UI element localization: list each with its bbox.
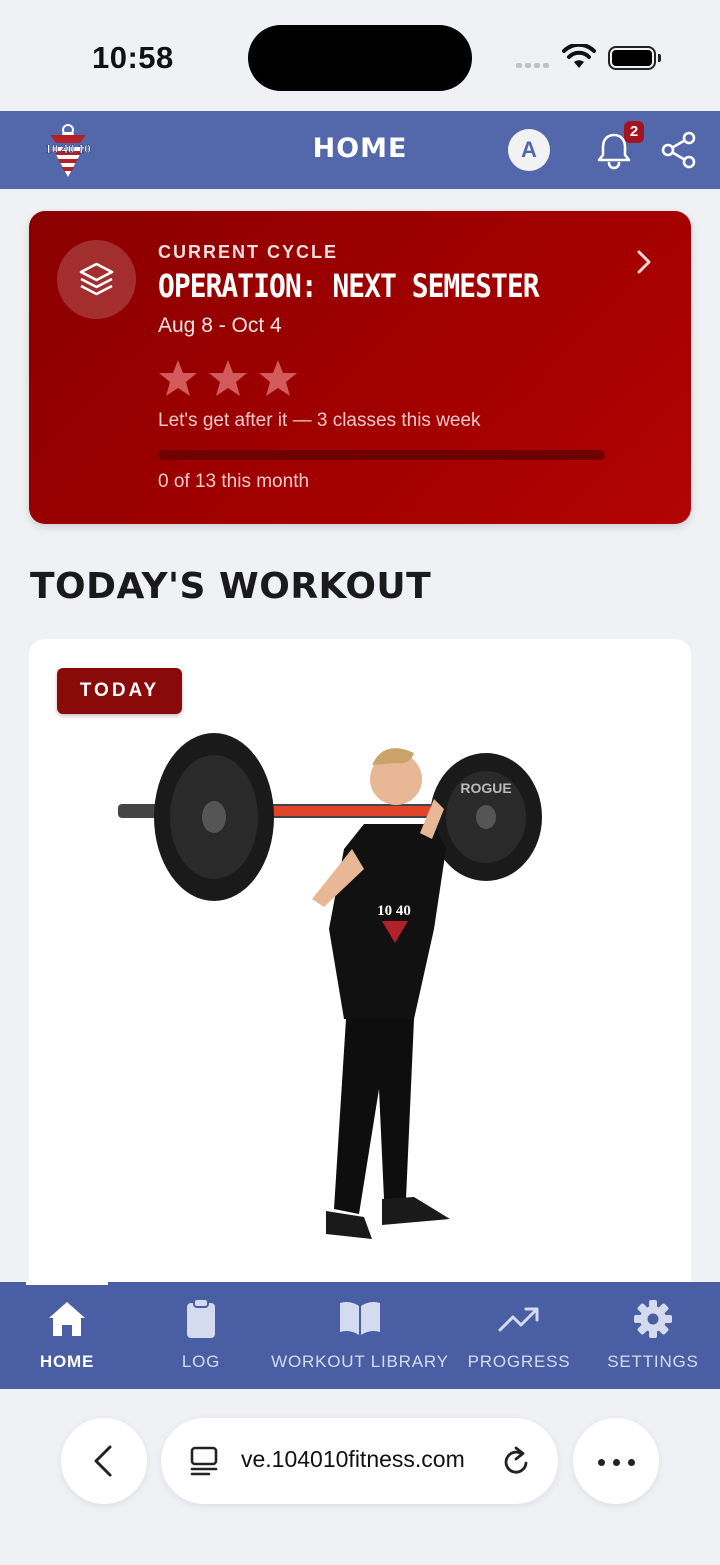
clipboard-icon [187,1298,215,1338]
workout-image: ROGUE 10 40 [118,733,542,1239]
nav-label: HOME [39,1352,95,1371]
nav-item-workout-library[interactable]: WORKOUT LIBRARY [268,1282,452,1389]
cellular-signal-icon [516,63,549,68]
back-button[interactable] [61,1418,147,1504]
star-icon [259,360,297,396]
status-time: 10:58 [92,40,174,75]
section-title: TODAY'S WORKOUT [30,566,432,607]
avatar[interactable]: A [508,129,550,171]
wifi-icon [562,44,596,68]
nav-label: SETTINGS [607,1352,699,1371]
star-icon [159,360,197,396]
cycle-dates: Aug 8 - Oct 4 [158,314,282,337]
book-icon [340,1302,380,1335]
monthly-progress-bar [158,450,605,460]
nav-item-settings[interactable]: SETTINGS [586,1282,720,1389]
nav-item-log[interactable]: LOG [134,1282,268,1389]
brand-logo[interactable]: 10 40 10 [30,119,106,181]
chevron-left-icon [94,1445,112,1477]
svg-text:10 40 10: 10 40 10 [45,141,91,156]
more-dot-icon [598,1459,605,1466]
nav-item-progress[interactable]: PROGRESS [452,1282,586,1389]
home-icon [49,1302,85,1336]
nav-label: LOG [181,1352,221,1371]
status-bar: 10:58 [0,0,720,111]
app-header: 10 40 10 HOME A 2 [0,111,720,189]
gear-icon [634,1300,672,1338]
address-bar[interactable]: ve.104010fitness.com [161,1418,558,1504]
chevron-right-icon[interactable] [635,248,653,276]
today-badge: TODAY [57,668,182,714]
svg-text:10 40: 10 40 [377,903,411,919]
page-menu-icon [190,1446,218,1476]
bottom-navigation: HOME LOG WORKOUT LIBRARY PROGRESS SETTIN… [0,1282,720,1389]
todays-workout-card[interactable]: TODAY ROGUE 10 40 [29,639,691,1339]
star-icon [209,360,247,396]
more-dot-icon [613,1459,620,1466]
current-cycle-card[interactable]: CURRENT CYCLE OPERATION: NEXT SEMESTER A… [29,211,691,524]
monthly-count: 0 of 13 this month [158,471,310,492]
battery-icon [608,46,661,70]
nav-label: PROGRESS [467,1352,571,1371]
cycle-name: OPERATION: NEXT SEMESTER [158,267,540,305]
more-dot-icon [628,1459,635,1466]
trending-up-icon [498,1307,539,1332]
browser-toolbar: ve.104010fitness.com [0,1389,720,1565]
svg-text:ROGUE: ROGUE [460,780,511,796]
share-icon[interactable] [660,131,698,169]
cycle-eyebrow: CURRENT CYCLE [158,242,339,262]
dynamic-island [248,25,472,91]
nav-label: WORKOUT LIBRARY [271,1352,449,1371]
more-options-button[interactable] [573,1418,659,1504]
url-text: ve.104010fitness.com [241,1446,465,1472]
cycle-motto: Let's get after it — 3 classes this week [158,410,481,431]
layers-icon [57,240,136,319]
reload-icon[interactable] [501,1444,533,1478]
nav-item-home[interactable]: HOME [0,1282,134,1389]
weekly-stars [158,359,298,397]
notification-badge: 2 [624,121,644,143]
